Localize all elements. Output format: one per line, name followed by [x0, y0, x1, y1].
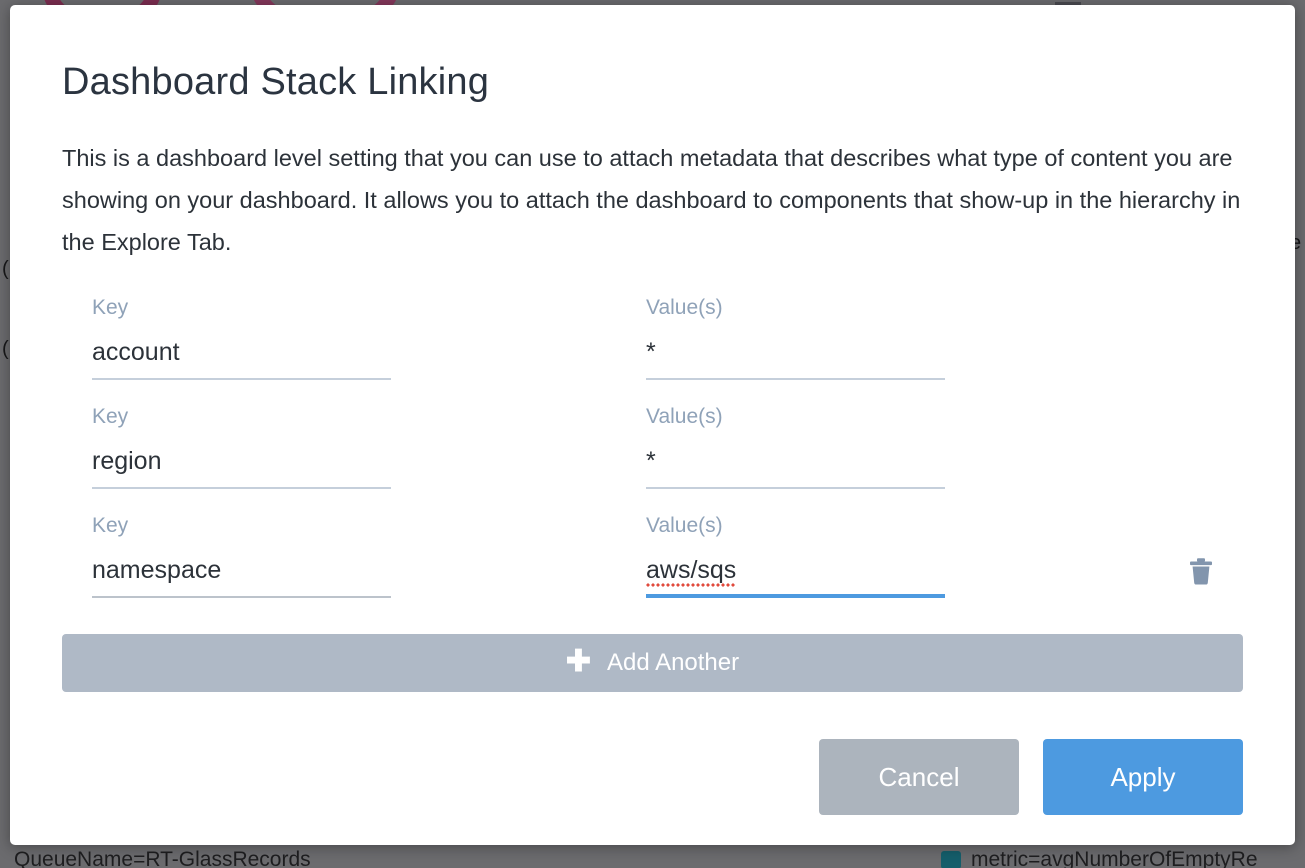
- key-field-group-1: Key account: [62, 287, 391, 380]
- background-legend-label-right: metric=avgNumberOfEmptyRe: [971, 848, 1258, 868]
- value-input-1[interactable]: *: [646, 321, 945, 380]
- dashboard-stack-linking-dialog: Dashboard Stack Linking This is a dashbo…: [10, 5, 1295, 845]
- key-field-group-2: Key region: [62, 396, 391, 489]
- value-field-group-1: Value(s) *: [616, 287, 945, 380]
- add-another-button[interactable]: ✚ Add Another: [62, 634, 1243, 692]
- apply-button[interactable]: Apply: [1043, 739, 1243, 815]
- misspelled-text: aws/sqs: [646, 556, 736, 587]
- background-legend-swatch: [941, 851, 961, 868]
- background-legend-label-left: QueueName=RT-GlassRecords: [14, 848, 311, 868]
- key-field-label-3: Key: [92, 505, 391, 539]
- delete-row-button-3[interactable]: [1177, 549, 1225, 597]
- key-field-label-1: Key: [92, 287, 391, 321]
- value-field-label-1: Value(s): [646, 287, 945, 321]
- cancel-button[interactable]: Cancel: [819, 739, 1019, 815]
- value-input-3[interactable]: aws/sqs: [646, 539, 945, 598]
- value-field-label-3: Value(s): [646, 505, 945, 539]
- value-field-label-2: Value(s): [646, 396, 945, 430]
- trash-icon: [1187, 555, 1215, 590]
- dialog-footer: Cancel Apply: [819, 739, 1243, 815]
- add-another-label: Add Another: [607, 649, 739, 677]
- key-input-3[interactable]: namespace: [92, 539, 391, 598]
- plus-icon: ✚: [566, 647, 591, 677]
- value-input-2[interactable]: *: [646, 430, 945, 489]
- key-field-label-2: Key: [92, 396, 391, 430]
- value-field-group-2: Value(s) *: [616, 396, 945, 489]
- key-field-group-3: Key namespace: [62, 505, 391, 598]
- key-value-pair-list: Key account Value(s) * Key region Value(…: [62, 287, 1243, 614]
- dialog-description: This is a dashboard level setting that y…: [62, 104, 1257, 263]
- key-input-2[interactable]: region: [92, 430, 391, 489]
- table-row: Key namespace Value(s) aws/sqs: [62, 505, 1243, 614]
- table-row: Key region Value(s) *: [62, 396, 1243, 505]
- value-field-group-3: Value(s) aws/sqs: [616, 505, 945, 598]
- table-row: Key account Value(s) *: [62, 287, 1243, 396]
- page-title: Dashboard Stack Linking: [62, 5, 1243, 104]
- key-input-1[interactable]: account: [92, 321, 391, 380]
